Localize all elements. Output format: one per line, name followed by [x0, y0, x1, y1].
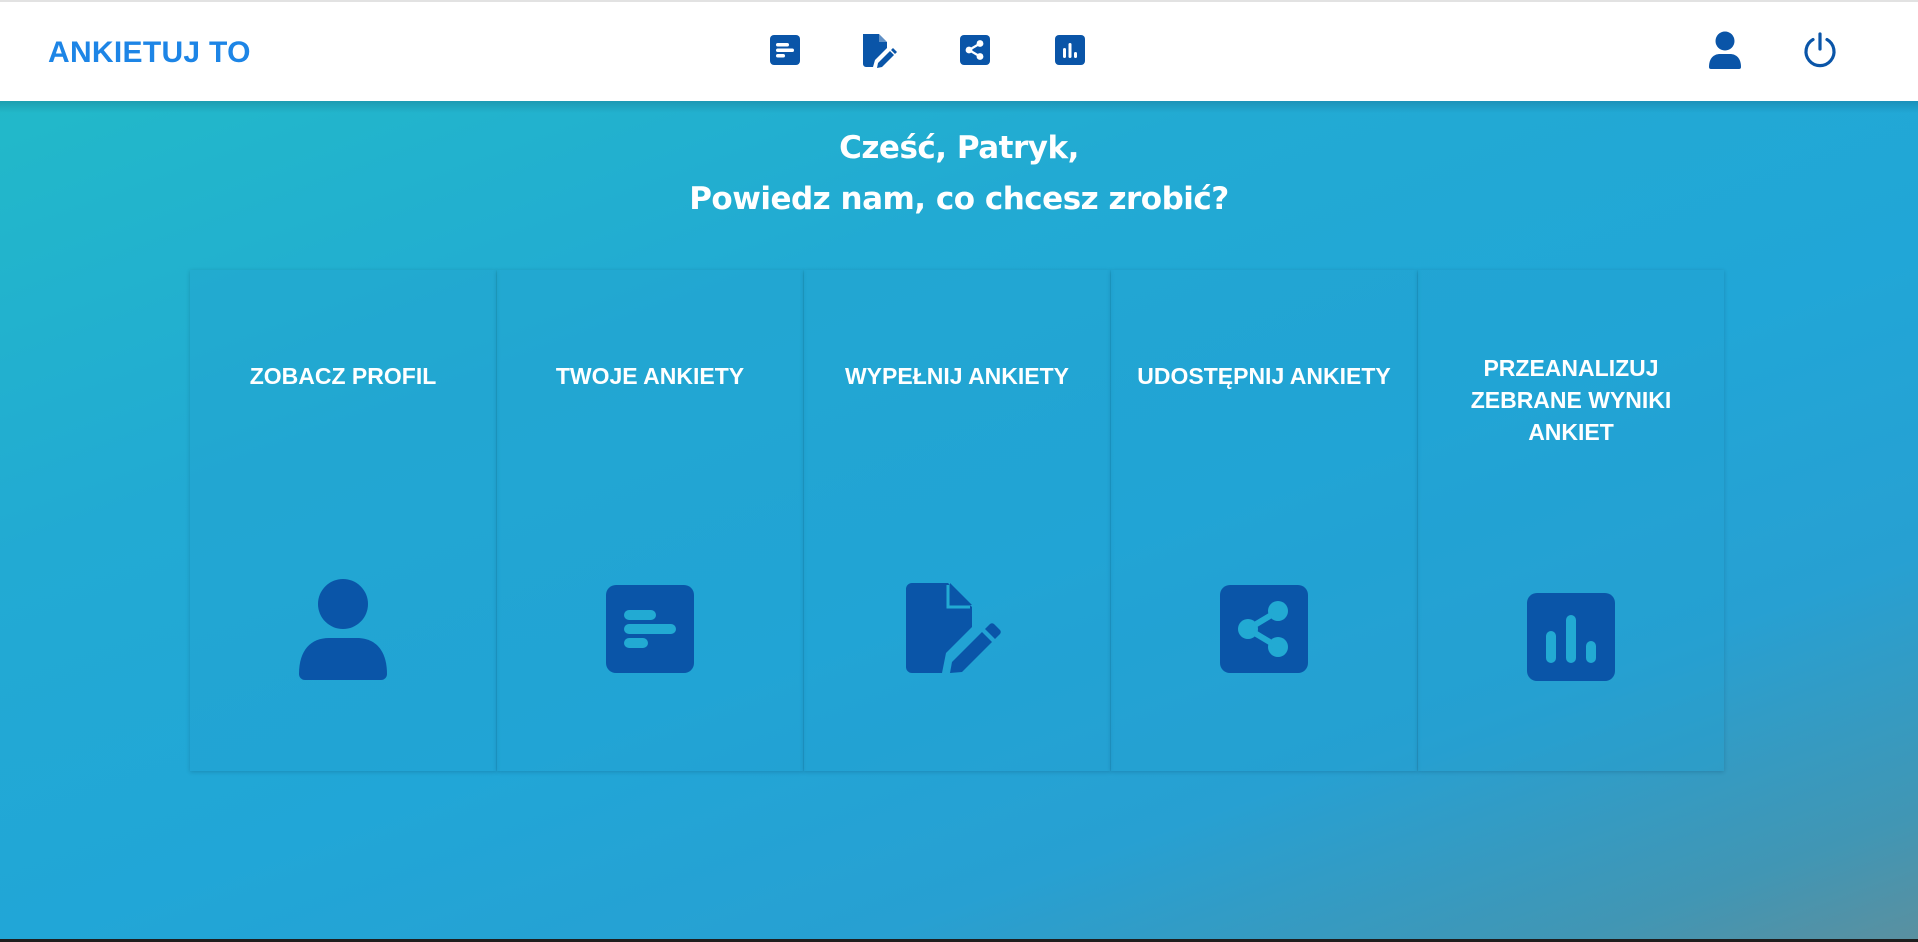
greeting-question: Powiedz nam, co chcesz zrobić? — [689, 181, 1229, 217]
card-label: UDOSTĘPNIJ ANKIETY — [1137, 363, 1391, 389]
share-icon — [959, 34, 991, 66]
top-navbar: ANKIETUJ TO — [0, 0, 1918, 101]
card-label: PRZEANALIZUJ ZEBRANE WYNIKI ANKIET — [1470, 355, 1672, 445]
greeting-name: Cześć, Patryk, — [839, 130, 1079, 166]
edit-document-icon — [906, 583, 1008, 673]
user-icon — [1708, 31, 1742, 69]
surveys-list-icon — [769, 34, 801, 66]
nav-share-button[interactable] — [957, 32, 993, 68]
card-view-profile[interactable]: ZOBACZ PROFIL — [190, 270, 496, 771]
nav-fill-surveys-button[interactable] — [861, 32, 897, 68]
edit-document-icon — [860, 32, 898, 68]
power-icon — [1802, 32, 1838, 68]
nav-profile-button[interactable] — [1707, 31, 1743, 69]
card-share-surveys[interactable]: UDOSTĘPNIJ ANKIETY — [1111, 270, 1417, 771]
card-label: ZOBACZ PROFIL — [249, 363, 437, 389]
nav-analyze-button[interactable] — [1052, 32, 1088, 68]
nav-surveys-button[interactable] — [767, 32, 803, 68]
share-icon — [1220, 585, 1308, 673]
card-analyze-results[interactable]: PRZEANALIZUJ ZEBRANE WYNIKI ANKIET — [1418, 270, 1724, 771]
nav-logout-button[interactable] — [1802, 32, 1838, 68]
surveys-list-icon — [606, 585, 694, 673]
bar-chart-icon — [1527, 593, 1615, 681]
card-your-surveys[interactable]: TWOJE ANKIETY — [497, 270, 803, 771]
bar-chart-icon — [1054, 34, 1086, 66]
card-fill-surveys[interactable]: WYPEŁNIJ ANKIETY — [804, 270, 1110, 771]
user-icon — [299, 578, 387, 680]
brand-logo-link[interactable]: ANKIETUJ TO — [48, 36, 251, 70]
action-cards: ZOBACZ PROFIL TWOJE ANKIETY WYPEŁNIJ ANK… — [190, 270, 1727, 771]
card-label: TWOJE ANKIETY — [555, 363, 745, 389]
card-label: WYPEŁNIJ ANKIETY — [844, 363, 1070, 389]
